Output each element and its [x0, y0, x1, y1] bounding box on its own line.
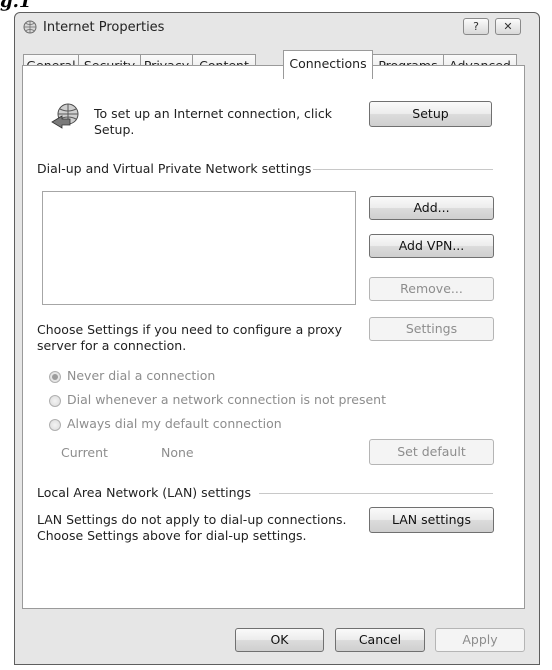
setup-description-line1: To set up an Internet connection, click — [94, 106, 332, 121]
radio-dial-whenever-label: Dial whenever a network connection is no… — [67, 392, 386, 407]
title-bar[interactable]: Internet Properties ? ✕ — [15, 13, 539, 41]
help-button[interactable]: ? — [463, 18, 489, 35]
dialup-group-divider — [313, 169, 493, 170]
internet-options-icon — [23, 20, 37, 34]
lan-settings-button[interactable]: LAN settings — [369, 507, 494, 533]
lan-description-line2: Choose Settings above for dial-up settin… — [37, 528, 307, 543]
connections-panel: To set up an Internet connection, click … — [22, 65, 525, 609]
cancel-button[interactable]: Cancel — [335, 628, 425, 652]
remove-button[interactable]: Remove... — [369, 277, 494, 301]
proxy-description-line1: Choose Settings if you need to configure… — [37, 322, 343, 337]
radio-never-dial[interactable] — [49, 371, 61, 383]
lan-description-line1: LAN Settings do not apply to dial-up con… — [37, 512, 347, 527]
setup-button[interactable]: Setup — [369, 101, 492, 127]
add-button[interactable]: Add... — [369, 196, 494, 220]
apply-button[interactable]: Apply — [435, 628, 525, 652]
setup-description-line2: Setup. — [94, 122, 135, 137]
radio-always-dial-label: Always dial my default connection — [67, 416, 282, 431]
ok-button[interactable]: OK — [235, 628, 324, 652]
settings-button[interactable]: Settings — [369, 317, 494, 341]
tab-connections[interactable]: Connections — [283, 50, 373, 79]
close-button[interactable]: ✕ — [495, 18, 521, 35]
network-globe-icon — [51, 103, 79, 129]
proxy-description-line2: server for a connection. — [37, 338, 187, 353]
current-label: Current — [61, 445, 108, 460]
lan-group-divider — [259, 493, 493, 494]
current-connection-value: None — [161, 445, 194, 460]
window-title: Internet Properties — [43, 20, 165, 35]
dialup-vpn-heading: Dial-up and Virtual Private Network sett… — [37, 161, 312, 176]
set-default-button[interactable]: Set default — [369, 439, 494, 465]
add-vpn-button[interactable]: Add VPN... — [369, 234, 494, 258]
radio-dial-whenever[interactable] — [49, 395, 61, 407]
cutoff-caption-text: g.1 — [0, 0, 32, 12]
lan-settings-heading: Local Area Network (LAN) settings — [37, 485, 252, 500]
radio-always-dial[interactable] — [49, 419, 61, 431]
radio-never-dial-label: Never dial a connection — [67, 368, 216, 383]
connections-listbox[interactable] — [42, 191, 356, 305]
